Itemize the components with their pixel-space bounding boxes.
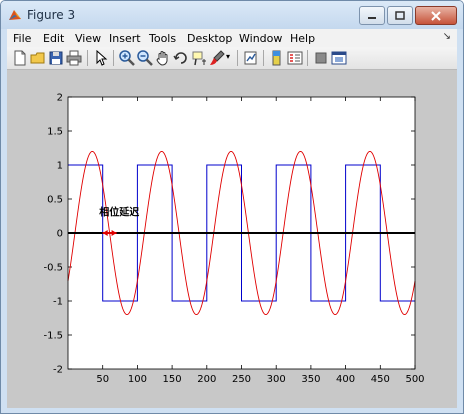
y-tick-label: 0 <box>57 229 63 240</box>
x-tick-label: 150 <box>163 374 182 385</box>
menu-desktop[interactable]: Desktop <box>187 32 232 45</box>
x-tick-label: 50 <box>96 374 109 385</box>
close-icon <box>431 10 441 21</box>
new-figure-icon[interactable] <box>12 50 28 66</box>
maximize-icon <box>395 11 405 20</box>
open-file-icon[interactable] <box>30 50 46 66</box>
menu-insert[interactable]: Insert <box>109 32 141 45</box>
menu-view[interactable]: View <box>75 32 101 45</box>
zoom-in-icon[interactable] <box>119 50 135 66</box>
y-tick-label: -1 <box>53 297 63 308</box>
x-tick-label: 350 <box>301 374 320 385</box>
figure-toolbar: ▾ <box>7 47 457 70</box>
y-tick-label: 1.5 <box>47 127 63 138</box>
minimize-icon <box>368 16 376 19</box>
figure-window: Figure 3 File Edit View Insert Tools Des… <box>0 0 464 414</box>
brush-icon[interactable] <box>209 50 225 66</box>
edit-plot-arrow-icon[interactable] <box>93 50 109 66</box>
y-tick-label: 2 <box>57 93 63 104</box>
y-tick-label: -0.5 <box>43 263 63 274</box>
toolbar-separator <box>87 50 88 66</box>
phase-delay-annotation-label: 相位延迟 <box>99 206 139 219</box>
menu-edit[interactable]: Edit <box>43 32 64 45</box>
rotate-3d-icon[interactable] <box>173 50 189 66</box>
menu-bar: File Edit View Insert Tools Desktop Wind… <box>7 29 457 47</box>
insert-legend-icon[interactable] <box>287 50 303 66</box>
toolbar-separator <box>307 50 308 66</box>
menu-file[interactable]: File <box>13 32 31 45</box>
matlab-app-icon <box>9 10 21 20</box>
menu-tools[interactable]: Tools <box>149 32 176 45</box>
x-tick-label: 450 <box>371 374 390 385</box>
menubar-overflow-arrow-icon[interactable]: ↘ <box>443 31 451 42</box>
x-tick-label: 200 <box>197 374 216 385</box>
maximize-button[interactable] <box>387 6 413 25</box>
menu-window[interactable]: Window <box>239 32 282 45</box>
y-tick-label: 0.5 <box>47 195 63 206</box>
plot-svg[interactable]: 50 100 150 200 250 300 350 400 450 500 2 1.5 1 0.5 0 -0… <box>7 70 457 408</box>
window-controls <box>357 6 457 25</box>
title-bar[interactable]: Figure 3 <box>1 1 463 29</box>
figure-canvas[interactable]: 50 100 150 200 250 300 350 400 450 500 2 1.5 1 0.5 0 -0… <box>7 70 457 408</box>
window-title: Figure 3 <box>27 8 76 22</box>
y-tick-label: -1.5 <box>43 331 63 342</box>
toolbar-separator <box>263 50 264 66</box>
minimize-button[interactable] <box>359 6 385 25</box>
print-icon[interactable] <box>66 50 82 66</box>
x-tick-label: 300 <box>267 374 286 385</box>
x-tick-label: 100 <box>128 374 147 385</box>
insert-colorbar-icon[interactable] <box>269 50 285 66</box>
data-cursor-icon[interactable] <box>191 50 207 66</box>
pan-hand-icon[interactable] <box>155 50 171 66</box>
save-icon[interactable] <box>48 50 64 66</box>
hide-plot-tools-icon[interactable] <box>313 50 329 66</box>
x-tick-label: 400 <box>336 374 355 385</box>
zoom-out-icon[interactable] <box>137 50 153 66</box>
toolbar-separator <box>113 50 114 66</box>
brush-dropdown-arrow-icon[interactable]: ▾ <box>226 52 230 61</box>
y-tick-label: -2 <box>53 365 63 376</box>
close-button[interactable] <box>415 6 457 25</box>
link-plot-icon[interactable] <box>243 50 259 66</box>
x-tick-label: 500 <box>405 374 424 385</box>
menu-help[interactable]: Help <box>290 32 315 45</box>
x-tick-label: 250 <box>232 374 251 385</box>
show-plot-tools-icon[interactable] <box>331 50 347 66</box>
toolbar-separator <box>237 50 238 66</box>
y-tick-label: 1 <box>57 161 63 172</box>
